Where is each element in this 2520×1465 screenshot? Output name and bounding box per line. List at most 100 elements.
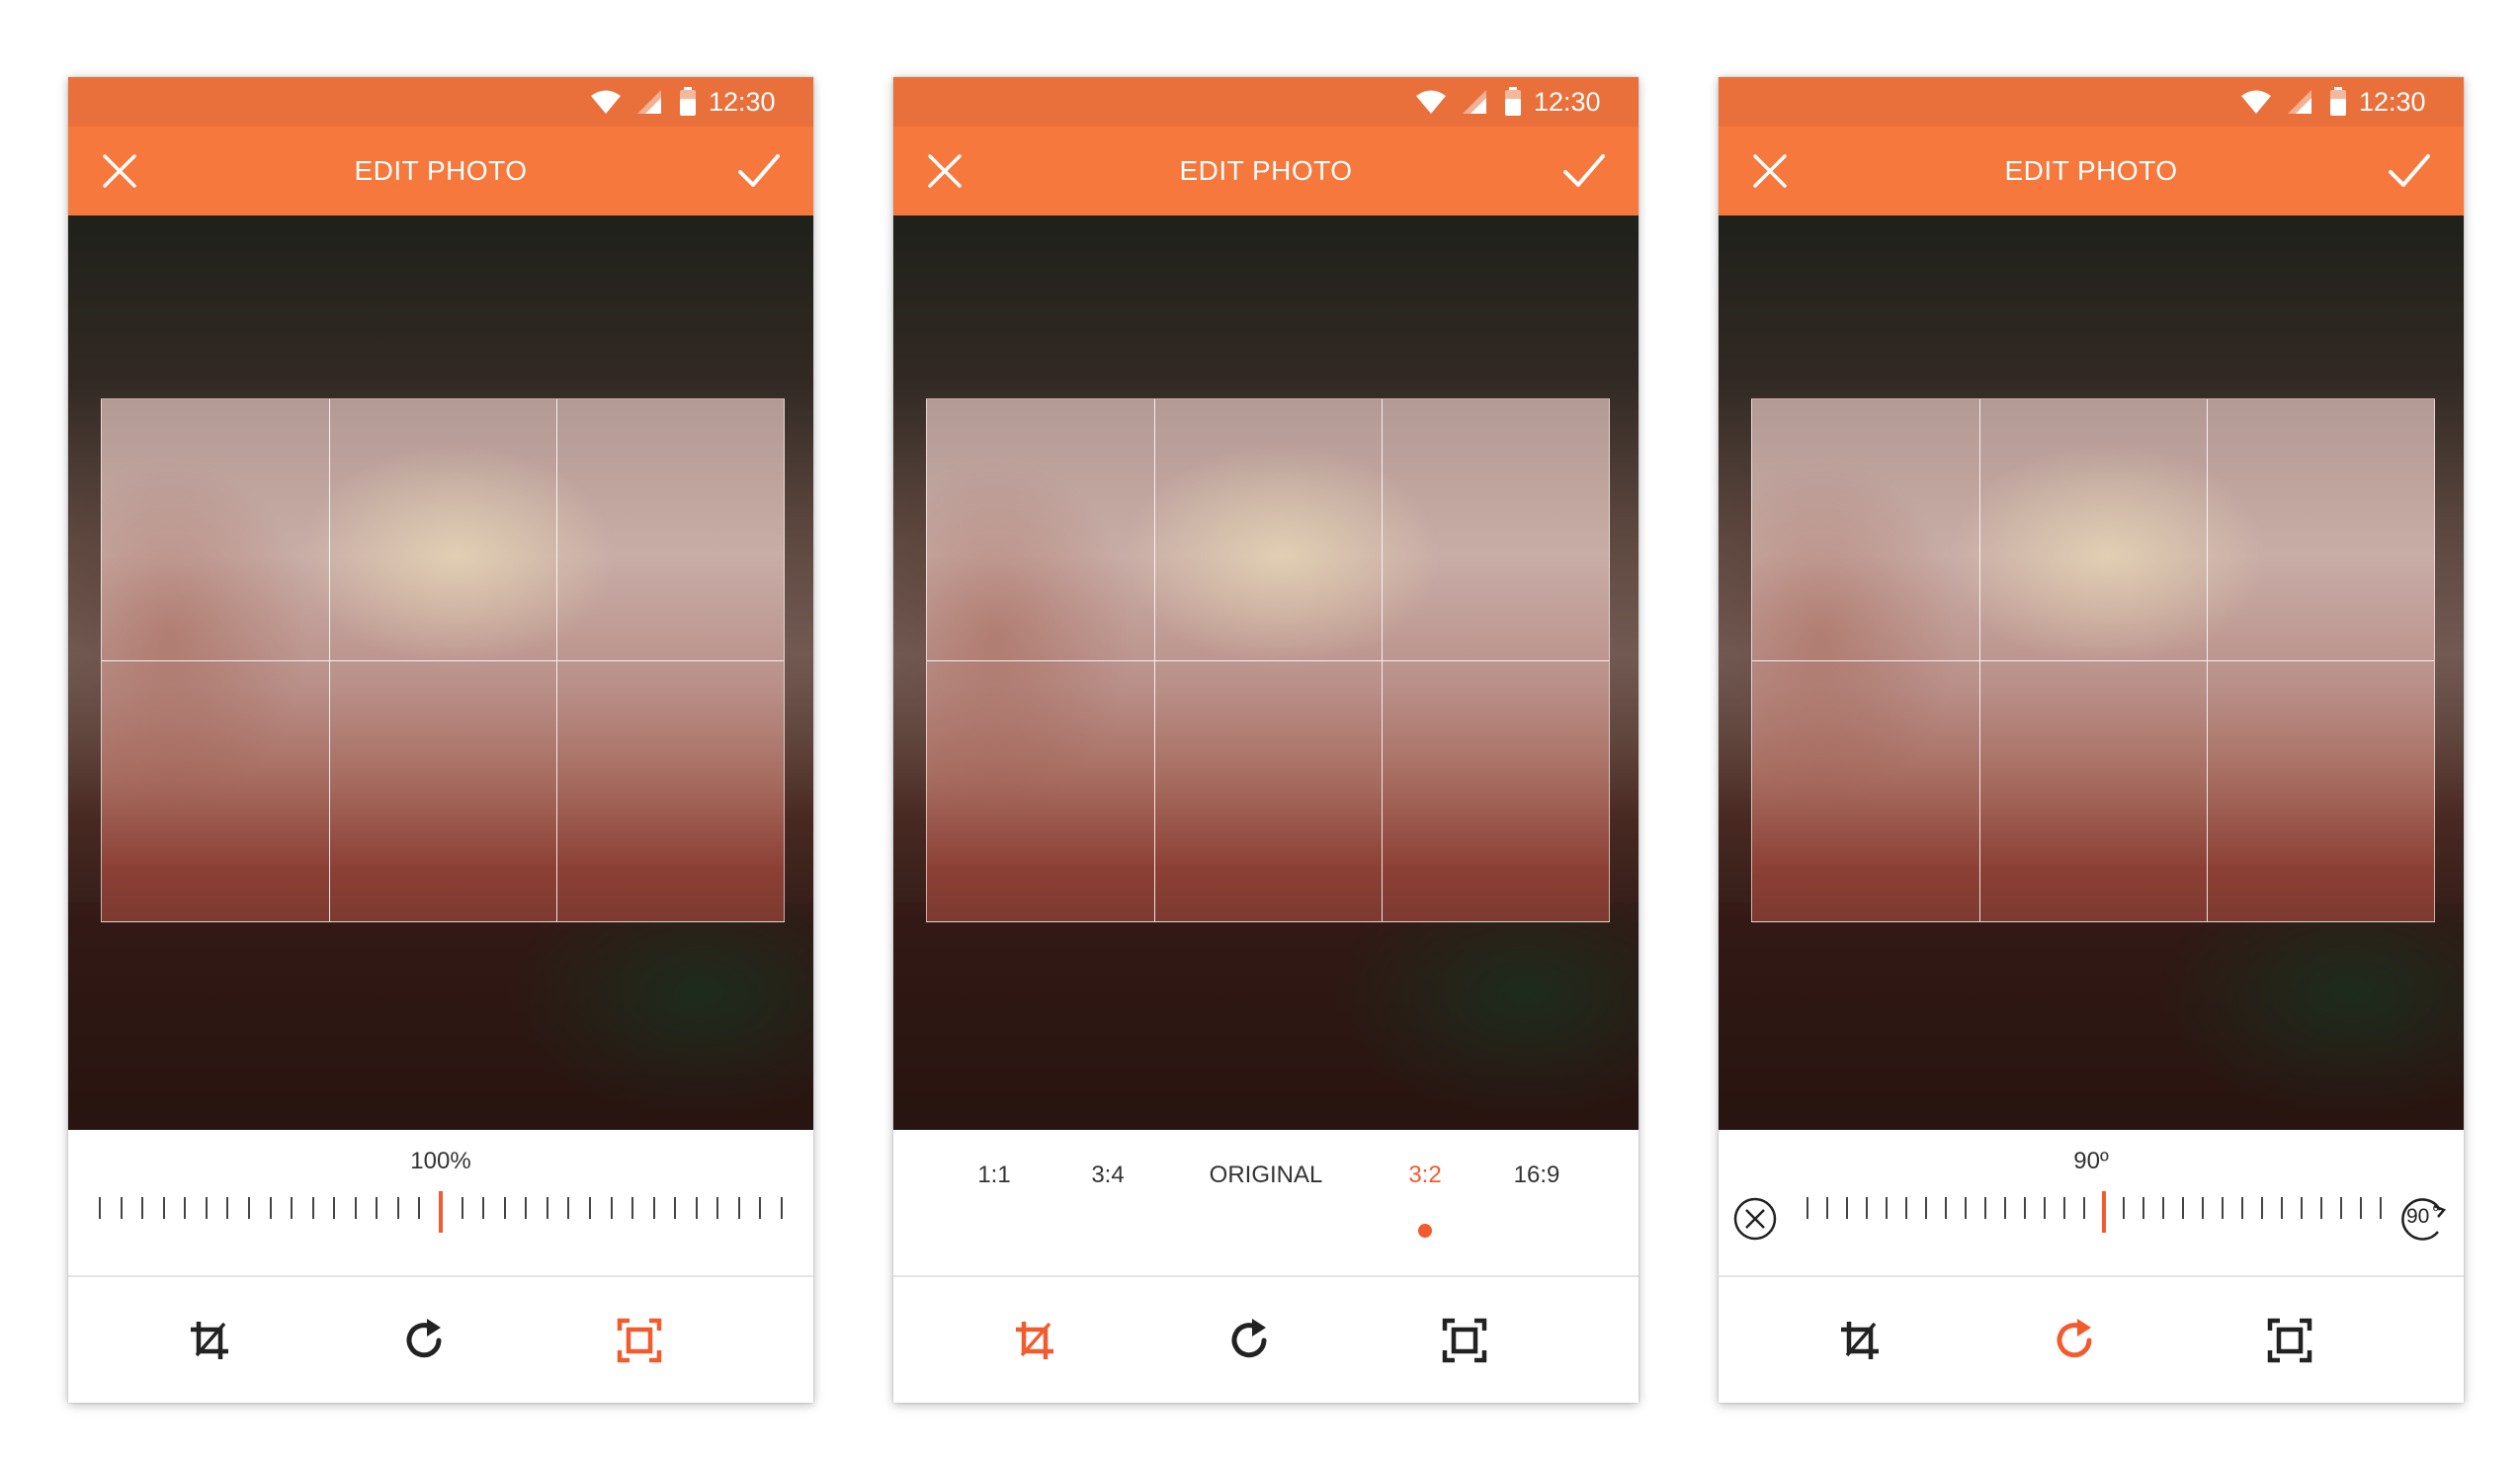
slider-tick (184, 1197, 187, 1219)
frame-icon[interactable] (2265, 1316, 2314, 1365)
cancel-rotation-icon[interactable] (1732, 1196, 1778, 1242)
slider-tick (1806, 1197, 1808, 1219)
crop-icon[interactable] (1010, 1316, 1059, 1365)
slider-tick (1965, 1197, 1967, 1219)
edit-toolbar (1719, 1278, 2464, 1403)
page-title: EDIT PHOTO (1179, 155, 1353, 186)
battery-icon (679, 87, 697, 117)
slider-tick (311, 1197, 314, 1219)
slider-tick (247, 1197, 250, 1219)
slider-tick (503, 1197, 506, 1219)
slider-tick (2182, 1197, 2184, 1219)
slider-tick (2024, 1197, 2026, 1219)
divider (893, 1275, 1638, 1277)
scale-slider[interactable] (99, 1191, 783, 1233)
slider-thumb[interactable] (2102, 1191, 2106, 1233)
ratio-option[interactable]: 3:2 (1408, 1162, 1441, 1189)
slider-tick (205, 1197, 208, 1219)
slider-tick (1984, 1197, 1986, 1219)
cell-signal-icon (636, 89, 662, 115)
status-bar: 12:30 (1719, 77, 2464, 127)
slider-tick (2281, 1197, 2283, 1219)
check-icon[interactable] (736, 150, 782, 192)
ratio-option[interactable]: ORIGINAL (1210, 1162, 1323, 1189)
slider-tick (588, 1197, 591, 1219)
crop-icon[interactable] (185, 1316, 234, 1365)
slider-thumb[interactable] (439, 1191, 443, 1233)
check-icon[interactable] (1561, 150, 1607, 192)
wifi-icon (2240, 89, 2272, 115)
battery-icon (2329, 87, 2347, 117)
slider-tick (695, 1197, 698, 1219)
slider-tick (1905, 1197, 1907, 1219)
edit-toolbar (68, 1278, 813, 1403)
crop-grid-line (1752, 660, 2434, 661)
slider-tick (674, 1197, 677, 1219)
crop-grid-line (102, 660, 784, 661)
frame-icon[interactable] (615, 1316, 664, 1365)
status-time: 12:30 (2359, 87, 2426, 117)
rotate-icon[interactable] (1224, 1316, 1274, 1365)
cell-signal-icon (1462, 89, 1487, 115)
slider-tick (2162, 1197, 2164, 1219)
crop-icon[interactable] (1835, 1316, 1885, 1365)
edit-toolbar (893, 1278, 1638, 1403)
rotation-value: 90º (2073, 1148, 2109, 1174)
slider-tick (2301, 1197, 2303, 1219)
slider-tick (652, 1197, 655, 1219)
slider-tick (2004, 1197, 2006, 1219)
slider-tick (120, 1197, 123, 1219)
rotate-90-label: 90 (2406, 1205, 2430, 1228)
slider-tick (759, 1197, 762, 1219)
slider-tick (781, 1197, 783, 1219)
slider-tick (2142, 1197, 2144, 1219)
photo-canvas[interactable] (1719, 215, 2464, 1130)
slider-tick (716, 1197, 719, 1219)
slider-tick (610, 1197, 613, 1219)
rotate-icon[interactable] (2050, 1316, 2099, 1365)
scale-value: 100% (410, 1148, 471, 1174)
crop-frame[interactable] (101, 398, 785, 922)
adjust-panel: 100% (68, 1130, 813, 1268)
slider-tick (2063, 1197, 2065, 1219)
check-icon[interactable] (2387, 150, 2432, 192)
slider-tick (333, 1197, 336, 1219)
slider-tick (2123, 1197, 2125, 1219)
slider-tick (376, 1197, 378, 1219)
frame-icon[interactable] (1440, 1316, 1489, 1365)
crop-frame[interactable] (926, 398, 1610, 922)
adjust-panel: 1:1 3:4 ORIGINAL 3:2 16:9 (893, 1130, 1638, 1268)
app-bar: EDIT PHOTO (893, 127, 1638, 215)
photo-canvas[interactable] (893, 215, 1638, 1130)
ratio-option[interactable]: 3:4 (1091, 1162, 1124, 1189)
slider-tick (141, 1197, 144, 1219)
phone-screen-3: 12:30 EDIT PHOTO 90º 90 º (1719, 77, 2464, 1403)
divider (68, 1275, 813, 1277)
slider-tick (737, 1197, 740, 1219)
slider-tick (1866, 1197, 1868, 1219)
slider-tick (2083, 1197, 2085, 1219)
aspect-ratio-selector: 1:1 3:4 ORIGINAL 3:2 16:9 (893, 1162, 1638, 1201)
rotation-slider[interactable] (1806, 1191, 2382, 1233)
slider-tick (396, 1197, 399, 1219)
rotate-90-button[interactable]: 90 º (2394, 1192, 2450, 1242)
photo-canvas[interactable] (68, 215, 813, 1130)
slider-tick (418, 1197, 421, 1219)
slider-tick (162, 1197, 165, 1219)
adjust-panel: 90º 90 º (1719, 1130, 2464, 1268)
phone-screen-1: 12:30 EDIT PHOTO 100% (68, 77, 813, 1403)
ratio-option[interactable]: 1:1 (977, 1162, 1010, 1189)
slider-tick (1945, 1197, 1947, 1219)
crop-frame[interactable] (1751, 398, 2435, 922)
slider-tick (461, 1197, 463, 1219)
slider-tick (354, 1197, 357, 1219)
rotate-icon[interactable] (399, 1316, 449, 1365)
page-title: EDIT PHOTO (354, 155, 528, 186)
slider-tick (525, 1197, 528, 1219)
ratio-option[interactable]: 16:9 (1514, 1162, 1560, 1189)
status-bar: 12:30 (68, 77, 813, 127)
app-bar: EDIT PHOTO (1719, 127, 2464, 215)
wifi-icon (1415, 89, 1447, 115)
battery-icon (1504, 87, 1522, 117)
slider-tick (269, 1197, 272, 1219)
